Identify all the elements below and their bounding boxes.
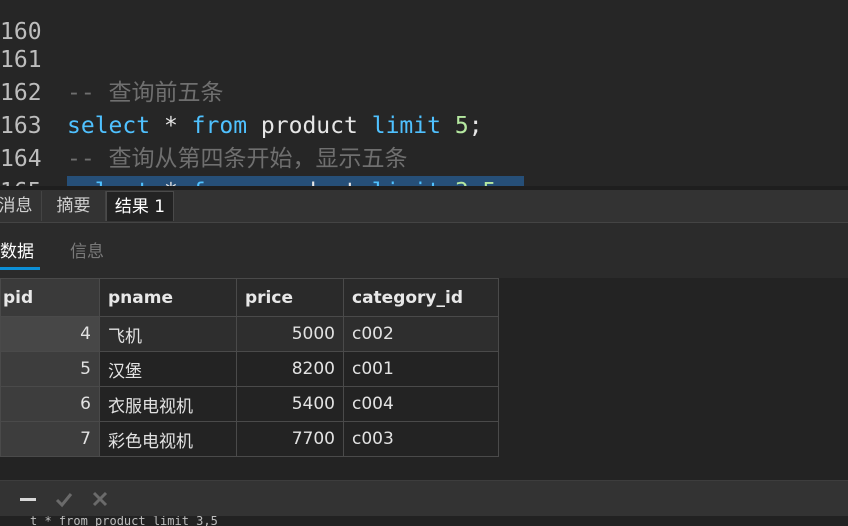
- cell-category-id[interactable]: c001: [343, 351, 499, 387]
- number-literal: 5: [483, 179, 497, 186]
- cell-pname[interactable]: 彩色电视机: [99, 421, 237, 457]
- operator: *: [164, 179, 178, 186]
- tab-result-1[interactable]: 结果 1: [106, 191, 174, 221]
- number-literal: 3: [455, 179, 469, 186]
- table-name: product: [261, 179, 358, 186]
- status-query-text: t * from product limit 3,5: [30, 516, 218, 526]
- code-line: 163 -- 查询从第四条开始，显示五条: [0, 77, 848, 172]
- tab-messages[interactable]: 消息: [0, 191, 42, 221]
- table-row[interactable]: 6 衣服电视机 5400 c004: [0, 386, 499, 422]
- table-row[interactable]: 7 彩色电视机 7700 c003: [0, 421, 499, 457]
- cell-price[interactable]: 7700: [236, 421, 344, 457]
- code-line: 162 select * from product limit 5;: [0, 44, 848, 139]
- cell-price[interactable]: 8200: [236, 351, 344, 387]
- line-number: 165: [0, 176, 42, 186]
- check-icon[interactable]: [52, 487, 76, 511]
- column-header-pname[interactable]: pname: [99, 278, 237, 317]
- sql-editor[interactable]: 160 161 -- 查询前五条 162 select * from produ…: [0, 0, 848, 186]
- cell-category-id[interactable]: c004: [343, 386, 499, 422]
- code-line: 164 select * from product limit 3,5;: [0, 110, 848, 186]
- keyword-from: from: [192, 179, 247, 186]
- result-grid: pid pname price category_id 4 飞机 5000 c0…: [0, 278, 848, 480]
- tab-summary[interactable]: 摘要: [42, 191, 106, 221]
- table-row[interactable]: 5 汉堡 8200 c001: [0, 351, 499, 387]
- result-table: pid pname price category_id 4 飞机 5000 c0…: [0, 278, 499, 457]
- cell-category-id[interactable]: c002: [343, 316, 499, 352]
- grid-toolbar: [0, 480, 848, 517]
- cell-price[interactable]: 5000: [236, 316, 344, 352]
- status-bar: t * from product limit 3,5: [0, 516, 848, 526]
- keyword-limit: limit: [372, 179, 441, 186]
- cell-category-id[interactable]: c003: [343, 421, 499, 457]
- cell-pname[interactable]: 汉堡: [99, 351, 237, 387]
- selected-sql-statement[interactable]: select * from product limit 3,5;: [67, 176, 525, 186]
- keyword-select: select: [67, 179, 150, 186]
- subtab-data[interactable]: 数据: [0, 240, 34, 264]
- column-header-category-id[interactable]: category_id: [343, 278, 499, 317]
- table-row[interactable]: 4 飞机 5000 c002: [0, 316, 499, 352]
- code-line: 165: [0, 143, 848, 186]
- cell-pid[interactable]: 7: [0, 421, 100, 457]
- cell-pid[interactable]: 4: [0, 316, 100, 352]
- column-header-pid[interactable]: pid: [0, 278, 100, 317]
- minus-icon[interactable]: [16, 487, 40, 511]
- cell-pname[interactable]: 飞机: [99, 316, 237, 352]
- code-line: 161 -- 查询前五条: [0, 11, 848, 106]
- column-header-price[interactable]: price: [236, 278, 344, 317]
- comma: ,: [469, 179, 483, 186]
- cell-price[interactable]: 5400: [236, 386, 344, 422]
- result-subtabs: 数据 信息: [0, 223, 848, 278]
- close-icon[interactable]: [88, 487, 112, 511]
- cell-pid[interactable]: 5: [0, 351, 100, 387]
- active-subtab-indicator: [0, 267, 40, 270]
- table-header-row: pid pname price category_id: [0, 278, 499, 317]
- semicolon: ;: [496, 179, 510, 186]
- result-tabs: 消息 摘要 结果 1: [0, 190, 848, 223]
- cell-pname[interactable]: 衣服电视机: [99, 386, 237, 422]
- subtab-info[interactable]: 信息: [70, 240, 104, 264]
- cell-pid[interactable]: 6: [0, 386, 100, 422]
